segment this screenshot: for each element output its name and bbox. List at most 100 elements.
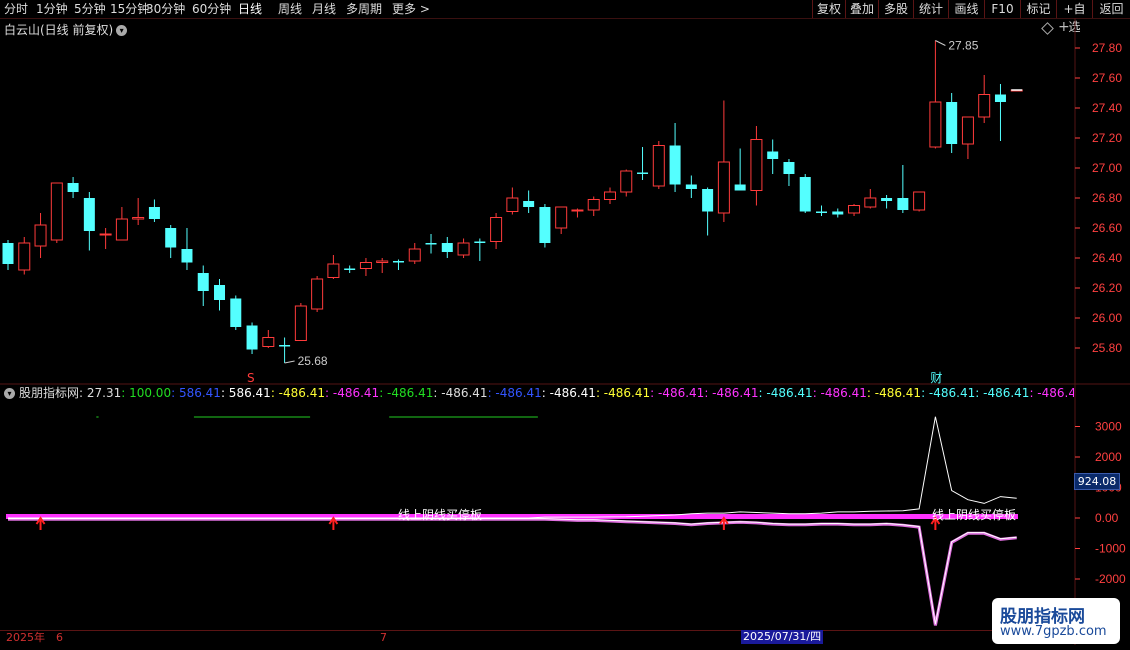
main-ytick-label: 27.80 (1092, 41, 1122, 55)
indicator-label-18: : -486.41 (975, 386, 1030, 400)
candle-body (99, 233, 112, 236)
high-pointer (935, 40, 946, 46)
indicator-label-14: : -486.41 (758, 386, 813, 400)
indicator-label-9: : -486.41 (487, 386, 542, 400)
main-ytick-label: 26.60 (1092, 221, 1122, 235)
candle-body (457, 242, 470, 256)
candle-body (408, 248, 421, 262)
indicator-label-4: : 586.41 (220, 386, 271, 400)
candle-body (311, 278, 324, 310)
main-ytick-label: 26.40 (1092, 251, 1122, 265)
candle-body (961, 116, 974, 145)
indicator-label-1: : 27.31 (79, 386, 122, 400)
indicator-label-13: : -486.41 (704, 386, 759, 400)
candle-body (490, 217, 503, 242)
indicator-label-5: : -486.41 (270, 386, 325, 400)
sub-ytick-label: -2000 (1095, 572, 1126, 586)
candle-body (620, 170, 633, 193)
main-ytick-label: 26.20 (1092, 281, 1122, 295)
candle-body (717, 161, 730, 214)
candle-body (750, 139, 763, 191)
candle-body (2, 243, 14, 264)
indicator-label-6: : -486.41 (325, 386, 380, 400)
sub-ytick-label: -1000 (1095, 542, 1126, 556)
candle-body (799, 177, 811, 212)
main-ytick-label: 26.80 (1092, 191, 1122, 205)
candle-body (832, 211, 844, 215)
candle-body (197, 273, 209, 291)
indicator-values-row: ▾ 股朋指标网: 27.31: 100.00: 586.41: 586.41: -… (4, 386, 1074, 400)
indicator-label-11: : -486.41 (595, 386, 651, 400)
event-marker: 财 (930, 371, 942, 385)
candle-body (50, 182, 63, 241)
indicator-label-2: : 100.00 (121, 386, 172, 400)
year-label: 2025年 (6, 631, 45, 644)
series-lower-inner (8, 518, 1017, 625)
low-pointer (284, 360, 295, 364)
indicator-label-12: : -486.41 (650, 386, 705, 400)
candle-body (539, 207, 551, 243)
candle-body (67, 183, 79, 192)
candle-body (523, 201, 535, 207)
candle-body (848, 205, 861, 214)
indicator-label-8: : -486.41 (433, 386, 488, 400)
candle-body (929, 101, 942, 148)
candle-body (702, 189, 714, 212)
event-marker: S (247, 371, 255, 385)
candle-body (913, 191, 926, 211)
sub-ytick-label: 3000 (1095, 420, 1122, 434)
current-value-box: 924.08 (1074, 473, 1120, 490)
low-label: 25.68 (298, 354, 328, 368)
indicator-label-19: : -486.41 (1029, 386, 1074, 400)
indicator-label-0: 股朋指标网 (19, 386, 80, 400)
candle-body (344, 268, 356, 270)
indicator-label-16: : -486.41 (866, 386, 922, 400)
month-label-6: 6 (56, 631, 63, 644)
main-ytick-label: 25.80 (1092, 341, 1122, 355)
candle-body (897, 198, 909, 210)
candle-body (881, 198, 893, 201)
main-ytick-label: 26.00 (1092, 311, 1122, 325)
main-ytick-label: 27.40 (1092, 101, 1122, 115)
candle-body (587, 199, 600, 211)
candle-body (425, 243, 437, 245)
candle-body (214, 285, 226, 300)
candle-body (294, 305, 307, 341)
candle-body (83, 198, 95, 231)
candle-body (555, 206, 568, 229)
main-ytick-label: 27.00 (1092, 161, 1122, 175)
sub-ytick-label: 2000 (1095, 450, 1122, 464)
candle-body (359, 262, 372, 269)
candle-body (685, 184, 697, 189)
candle-body (262, 337, 275, 347)
watermark-url: www.7gpzb.com (1000, 624, 1107, 639)
candle-body (474, 241, 486, 243)
candle-body (115, 218, 128, 241)
candle-body (637, 172, 649, 174)
candle-body (181, 249, 193, 263)
candle-body (978, 94, 991, 118)
signal-annotation: 线上阴线买停板 (398, 507, 482, 522)
candle-body (376, 260, 389, 263)
candle-body (571, 209, 584, 212)
candle-body (669, 145, 681, 185)
candle-body (165, 228, 177, 248)
indicator-label-17: : -486.41 (921, 386, 976, 400)
indicator-label-10: : -486.41 (541, 386, 596, 400)
candle-body (734, 184, 746, 191)
signal-annotation: 线上阴线买停板 (932, 507, 1016, 522)
main-ytick-label: 27.60 (1092, 71, 1122, 85)
sub-ytick-label: 0.00 (1095, 511, 1119, 525)
indicator-menu-icon[interactable]: ▾ (4, 388, 15, 399)
candle-body (816, 211, 827, 213)
high-label: 27.85 (948, 39, 978, 53)
candle-body (946, 102, 958, 144)
candle-body (783, 162, 795, 174)
month-label-7: 7 (380, 631, 387, 644)
date-axis: 2025年 6 7 (0, 630, 1075, 645)
candle-body (603, 191, 616, 200)
indicator-label-7: : -486.41 (379, 386, 434, 400)
candle-body (18, 242, 31, 271)
candle-body (148, 207, 160, 219)
main-ytick-label: 27.20 (1092, 131, 1122, 145)
